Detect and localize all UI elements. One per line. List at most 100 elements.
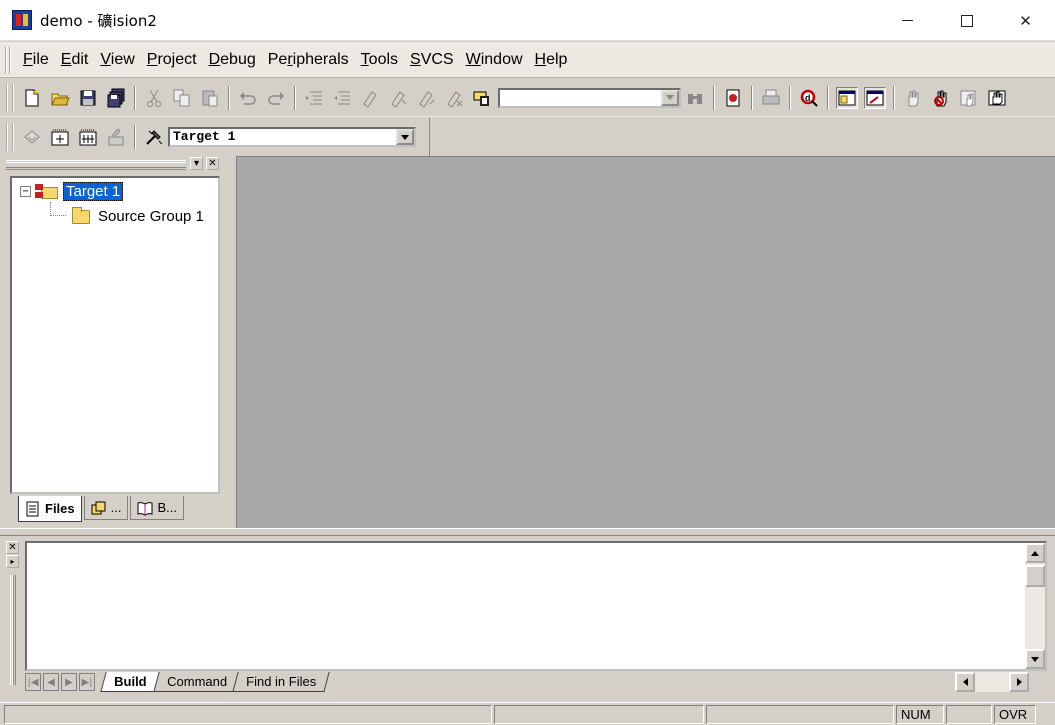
workspace-tabs: Files ... B...: [18, 496, 186, 522]
status-num: NUM: [896, 705, 944, 724]
toolbar-separator: [294, 85, 296, 110]
toolbar-separator: [827, 85, 829, 110]
options-for-target-icon[interactable]: [143, 126, 165, 148]
hand-stop-all-icon[interactable]: [986, 87, 1008, 109]
toolbar-separator: [789, 85, 791, 110]
toggle-bookmark-icon[interactable]: [359, 87, 381, 109]
tab-last-icon[interactable]: ▶|: [79, 673, 95, 691]
menu-peripherals[interactable]: Peripherals: [262, 51, 355, 69]
find-combo-arrow[interactable]: [661, 89, 679, 106]
menu-debug[interactable]: Debug: [203, 51, 262, 69]
status-bar: NUM OVR: [0, 702, 1055, 725]
menu-project[interactable]: Project: [141, 51, 203, 69]
menu-bar: File Edit View Project Debug Peripherals…: [0, 42, 1055, 78]
toolbar-grip[interactable]: [6, 83, 14, 112]
menu-view[interactable]: View: [94, 51, 140, 69]
output-panel-side: ✕ ▸: [6, 541, 20, 691]
find-binoculars-icon[interactable]: [684, 87, 706, 109]
scroll-right-icon[interactable]: [1009, 672, 1029, 692]
toolbar-grip[interactable]: [6, 123, 14, 151]
maximize-button[interactable]: [937, 0, 996, 41]
tab-build[interactable]: Build: [100, 672, 161, 692]
stop-build-icon[interactable]: [105, 126, 127, 148]
menu-svcs[interactable]: SVCS: [404, 51, 460, 69]
save-icon[interactable]: [77, 87, 99, 109]
workspace-panel-grip[interactable]: [6, 160, 186, 170]
new-file-icon[interactable]: [21, 87, 43, 109]
tree-node-target[interactable]: − Target 1: [20, 182, 124, 201]
output-vertical-scrollbar[interactable]: [1025, 543, 1045, 669]
tab-registers[interactable]: ...: [83, 496, 129, 520]
menu-tools[interactable]: Tools: [355, 51, 404, 69]
workspace-window-icon[interactable]: [836, 86, 858, 109]
open-folder-icon[interactable]: [49, 87, 71, 109]
output-panel-menu-button[interactable]: ▸: [6, 555, 19, 568]
redo-icon[interactable]: [265, 87, 287, 109]
output-panel-close-button[interactable]: ✕: [6, 541, 19, 554]
output-text-area[interactable]: [25, 541, 1047, 671]
tree-node-source-group-label: Source Group 1: [98, 208, 204, 225]
hand-window-icon[interactable]: [958, 87, 980, 109]
toolbar-separator: [134, 85, 136, 110]
indent-icon[interactable]: [303, 87, 325, 109]
stop-hand-icon[interactable]: [930, 87, 952, 109]
scroll-up-icon[interactable]: [1025, 543, 1045, 563]
target-select[interactable]: Target 1: [168, 127, 416, 147]
rebuild-all-icon[interactable]: [77, 126, 99, 148]
menu-window[interactable]: Window: [460, 51, 529, 69]
output-horizontal-scrollbar[interactable]: [955, 672, 1029, 692]
undo-icon[interactable]: [237, 87, 259, 109]
copy-icon[interactable]: [171, 87, 193, 109]
toolbar-separator: [893, 85, 895, 110]
tab-first-icon[interactable]: |◀: [25, 673, 41, 691]
scroll-thumb[interactable]: [1025, 565, 1045, 587]
hand-icon[interactable]: [902, 87, 924, 109]
menubar-grip[interactable]: [5, 45, 11, 74]
menu-edit[interactable]: Edit: [55, 51, 95, 69]
menu-file[interactable]: File: [17, 51, 55, 69]
workspace-panel-menu-button[interactable]: ▾: [190, 157, 203, 170]
next-bookmark-icon[interactable]: [387, 87, 409, 109]
collapse-icon[interactable]: −: [20, 186, 31, 197]
tab-command[interactable]: Command: [152, 672, 241, 692]
debug-start-icon[interactable]: d: [798, 87, 820, 109]
editor-mdi-area[interactable]: [236, 156, 1055, 528]
tab-next-icon[interactable]: ▶: [61, 673, 77, 691]
unindent-icon[interactable]: [331, 87, 353, 109]
tab-books[interactable]: B...: [130, 496, 184, 520]
find-combo[interactable]: [498, 87, 681, 108]
build-toolbar: Target 1: [0, 118, 430, 156]
output-panel-grip[interactable]: [10, 575, 16, 685]
registers-tab-icon: [91, 501, 106, 514]
previous-bookmark-icon[interactable]: [415, 87, 437, 109]
close-button[interactable]: [996, 0, 1055, 41]
tab-find-in-files[interactable]: Find in Files: [232, 672, 331, 692]
paste-icon[interactable]: [199, 87, 221, 109]
output-splitter[interactable]: [0, 528, 1055, 536]
tree-node-source-group[interactable]: Source Group 1: [68, 206, 204, 225]
translate-icon[interactable]: [21, 126, 43, 148]
output-window-icon[interactable]: [864, 86, 886, 109]
insight-icon[interactable]: [722, 87, 744, 109]
scroll-down-icon[interactable]: [1025, 649, 1045, 669]
output-window-panel: ✕ ▸ |◀ ◀ ▶ ▶| Build Command Find in File…: [0, 537, 1055, 697]
tab-files[interactable]: Files: [18, 496, 82, 522]
target-select-arrow[interactable]: [396, 129, 414, 145]
project-tree[interactable]: − Target 1 Source Group 1: [10, 176, 220, 494]
print-icon[interactable]: [760, 87, 782, 109]
tab-prev-icon[interactable]: ◀: [43, 673, 59, 691]
clear-bookmarks-icon[interactable]: [443, 87, 465, 109]
workspace-panel-close-button[interactable]: ✕: [206, 157, 219, 170]
horizontal-scroll-track[interactable]: [975, 672, 1009, 692]
cut-icon[interactable]: [143, 87, 165, 109]
uvision-app-icon[interactable]: [12, 10, 32, 30]
scroll-left-icon[interactable]: [955, 672, 975, 692]
minimize-button[interactable]: [878, 0, 937, 41]
toolbar-separator: [751, 85, 753, 110]
title-bar: demo - 礦ision2: [0, 0, 1055, 41]
build-target-icon[interactable]: [49, 126, 71, 148]
status-panel-3: [706, 705, 894, 724]
save-all-icon[interactable]: [105, 87, 127, 109]
find-in-files-icon[interactable]: [471, 87, 493, 109]
menu-help[interactable]: Help: [529, 51, 574, 69]
